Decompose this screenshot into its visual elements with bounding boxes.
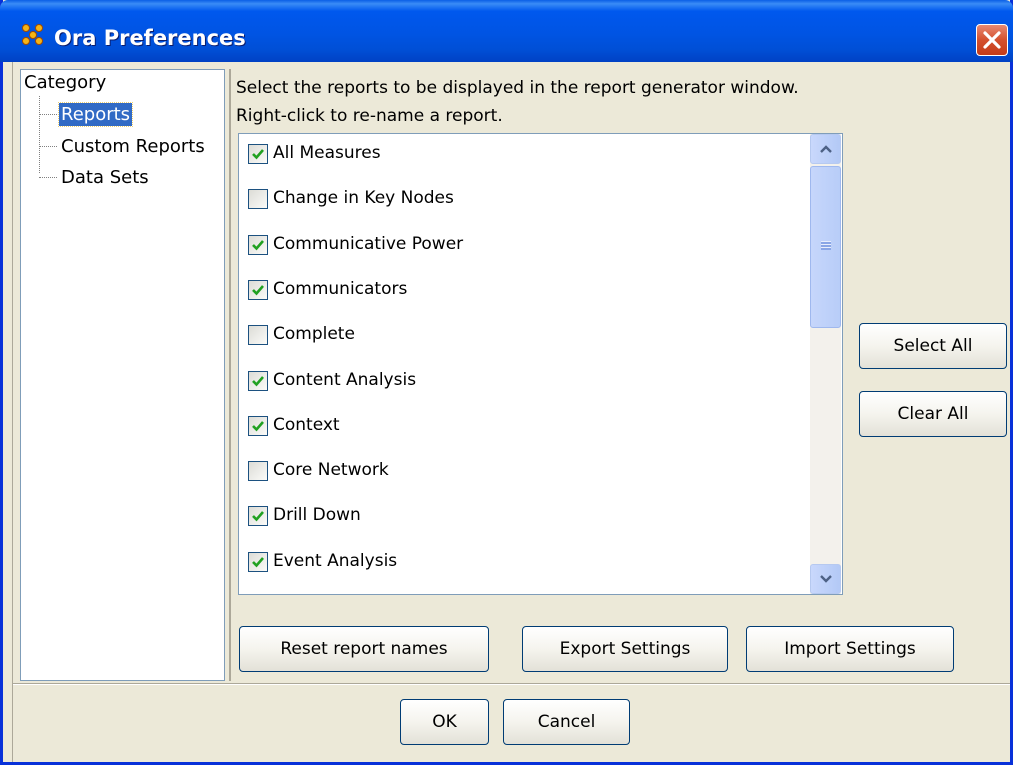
close-icon (983, 31, 1001, 49)
ok-button[interactable]: OK (400, 699, 489, 745)
import-settings-label: Import Settings (784, 639, 916, 659)
export-settings-label: Export Settings (559, 639, 691, 659)
clear-all-button[interactable]: Clear All (859, 391, 1007, 437)
report-item-label: All Measures (273, 143, 381, 163)
window-left-edge (12, 62, 13, 762)
ora-app-icon (22, 24, 44, 46)
scroll-up-button[interactable] (810, 134, 841, 164)
report-list[interactable]: All Measures Change in Key Nodes Communica… (238, 133, 843, 595)
export-settings-button[interactable]: Export Settings (522, 626, 728, 672)
checkbox-checked[interactable] (248, 235, 268, 255)
checkmark-icon (252, 511, 264, 522)
cancel-label: Cancel (537, 712, 596, 732)
instruction-hint: Right-click to re-name a report. (236, 106, 503, 126)
checkbox-unchecked[interactable] (248, 189, 268, 209)
cancel-button[interactable]: Cancel (503, 699, 630, 745)
report-item-label: Core Network (273, 460, 389, 480)
reset-report-names-button[interactable]: Reset report names (239, 626, 489, 672)
tree-root-category: Category (24, 72, 107, 93)
checkmark-icon (252, 557, 264, 568)
checkbox-checked[interactable] (248, 371, 268, 391)
report-item-label: Context (273, 415, 340, 435)
checkbox-checked[interactable] (248, 552, 268, 572)
report-item-label: Drill Down (273, 505, 361, 525)
footer-divider (13, 683, 1010, 685)
checkmark-icon (252, 285, 264, 296)
checkmark-icon (252, 240, 264, 251)
checkmark-icon (252, 421, 264, 432)
checkbox-checked[interactable] (248, 506, 268, 526)
preferences-window: Ora Preferences Category Reports Custom … (0, 0, 1013, 765)
report-item-label: Content Analysis (273, 370, 417, 390)
report-list-scrollbar[interactable] (810, 134, 841, 594)
clear-all-label: Clear All (897, 404, 969, 424)
window-title: Ora Preferences (54, 26, 246, 50)
instruction-text: Select the reports to be displayed in th… (236, 78, 799, 98)
tree-item-label: Custom Reports (61, 136, 205, 157)
tree-item-label: Data Sets (61, 167, 149, 188)
report-item-label: Event Analysis (273, 551, 398, 571)
tree-connector (39, 96, 40, 173)
checkmark-icon (252, 376, 264, 387)
report-item-label: Communicative Power (273, 234, 464, 254)
panel-divider[interactable] (229, 69, 231, 681)
checkmark-icon (252, 149, 264, 160)
title-bar[interactable]: Ora Preferences (0, 0, 1013, 62)
checkbox-checked[interactable] (248, 280, 268, 300)
ok-label: OK (432, 712, 457, 732)
close-button[interactable] (976, 24, 1008, 56)
scroll-down-button[interactable] (810, 564, 841, 594)
checkbox-unchecked[interactable] (248, 461, 268, 481)
tree-item-label: Reports (57, 102, 134, 127)
scroll-thumb[interactable] (810, 166, 841, 328)
report-item-label: Change in Key Nodes (273, 188, 454, 208)
import-settings-button[interactable]: Import Settings (746, 626, 954, 672)
chevron-up-icon (820, 145, 832, 153)
report-item-label: Communicators (273, 279, 408, 299)
checkbox-checked[interactable] (248, 144, 268, 164)
reset-names-label: Reset report names (280, 639, 448, 659)
checkbox-unchecked[interactable] (248, 325, 268, 345)
checkbox-checked[interactable] (248, 416, 268, 436)
category-tree[interactable]: Category Reports Custom Reports Data Set… (20, 69, 225, 681)
report-item-label: Complete (273, 324, 355, 344)
select-all-label: Select All (893, 336, 973, 356)
chevron-down-icon (820, 575, 832, 583)
select-all-button[interactable]: Select All (859, 323, 1007, 369)
